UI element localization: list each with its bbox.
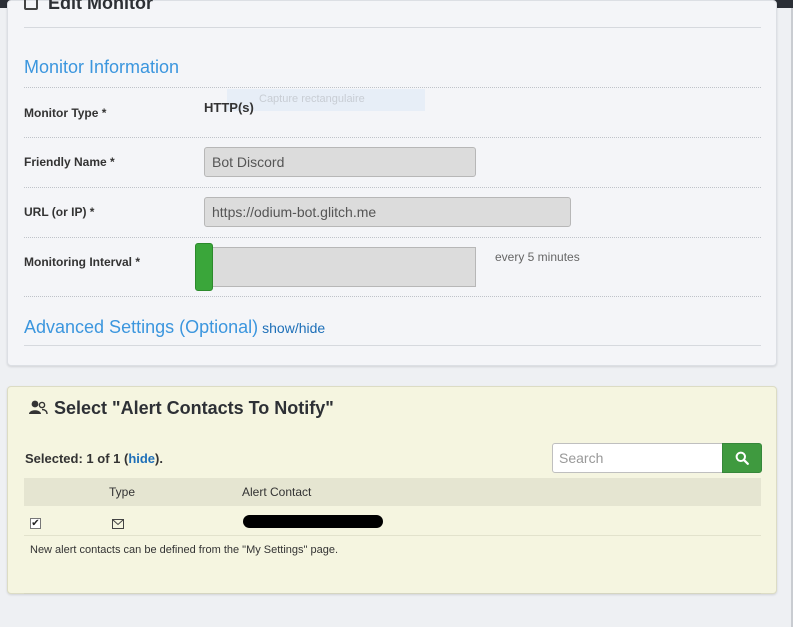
divider bbox=[24, 87, 761, 88]
friendly-name-input[interactable] bbox=[204, 147, 476, 177]
selected-suffix: ). bbox=[155, 451, 163, 466]
edit-monitor-title: Edit Monitor bbox=[48, 0, 153, 13]
search-icon bbox=[735, 451, 749, 465]
edit-icon bbox=[24, 0, 38, 10]
column-header-alert-contact: Alert Contact bbox=[242, 485, 312, 499]
search-input[interactable] bbox=[552, 443, 723, 473]
interval-slider-track[interactable] bbox=[195, 247, 476, 287]
selected-prefix: Selected: 1 of 1 ( bbox=[25, 451, 129, 466]
url-input[interactable] bbox=[204, 197, 571, 227]
advanced-settings-heading: Advanced Settings (Optional) show/hide bbox=[24, 317, 325, 338]
divider bbox=[24, 137, 761, 138]
envelope-icon bbox=[112, 516, 124, 534]
heading-divider bbox=[24, 27, 761, 28]
search-button[interactable] bbox=[722, 443, 762, 473]
edit-monitor-panel: Edit Monitor Monitor Information Monitor… bbox=[7, 0, 777, 366]
alert-contacts-panel: Select "Alert Contacts To Notify" Select… bbox=[7, 386, 777, 594]
alert-contacts-title: Select "Alert Contacts To Notify" bbox=[54, 398, 334, 418]
monitor-type-value: HTTP(s) bbox=[204, 100, 254, 115]
divider bbox=[24, 345, 761, 346]
interval-label: Monitoring Interval * bbox=[24, 255, 141, 269]
table-header: Type Alert Contact bbox=[24, 478, 761, 506]
show-hide-link[interactable]: show/hide bbox=[262, 320, 325, 336]
capture-overlay: Capture rectangulaire bbox=[227, 89, 425, 111]
interval-value: every 5 minutes bbox=[495, 250, 580, 264]
advanced-settings-title: Advanced Settings (Optional) bbox=[24, 317, 259, 337]
alert-contacts-note: New alert contacts can be defined from t… bbox=[30, 544, 339, 556]
edit-monitor-heading: Edit Monitor bbox=[24, 0, 153, 14]
interval-slider-handle[interactable] bbox=[195, 243, 213, 291]
column-header-type: Type bbox=[109, 485, 136, 499]
divider bbox=[24, 593, 761, 594]
monitor-type-label: Monitor Type * bbox=[24, 106, 107, 120]
hide-link[interactable]: hide bbox=[128, 451, 155, 466]
table-row: ✔ bbox=[24, 506, 761, 536]
users-icon bbox=[28, 399, 48, 415]
alert-contacts-heading: Select "Alert Contacts To Notify" bbox=[28, 398, 334, 419]
friendly-name-label: Friendly Name * bbox=[24, 155, 115, 169]
selected-count: Selected: 1 of 1 (hide). bbox=[25, 451, 163, 466]
divider bbox=[24, 187, 761, 188]
divider bbox=[24, 296, 761, 297]
section-title: Monitor Information bbox=[24, 57, 180, 77]
contact-checkbox[interactable]: ✔ bbox=[30, 518, 41, 529]
redacted-contact bbox=[243, 515, 383, 528]
divider bbox=[24, 237, 761, 238]
url-label: URL (or IP) * bbox=[24, 205, 95, 219]
